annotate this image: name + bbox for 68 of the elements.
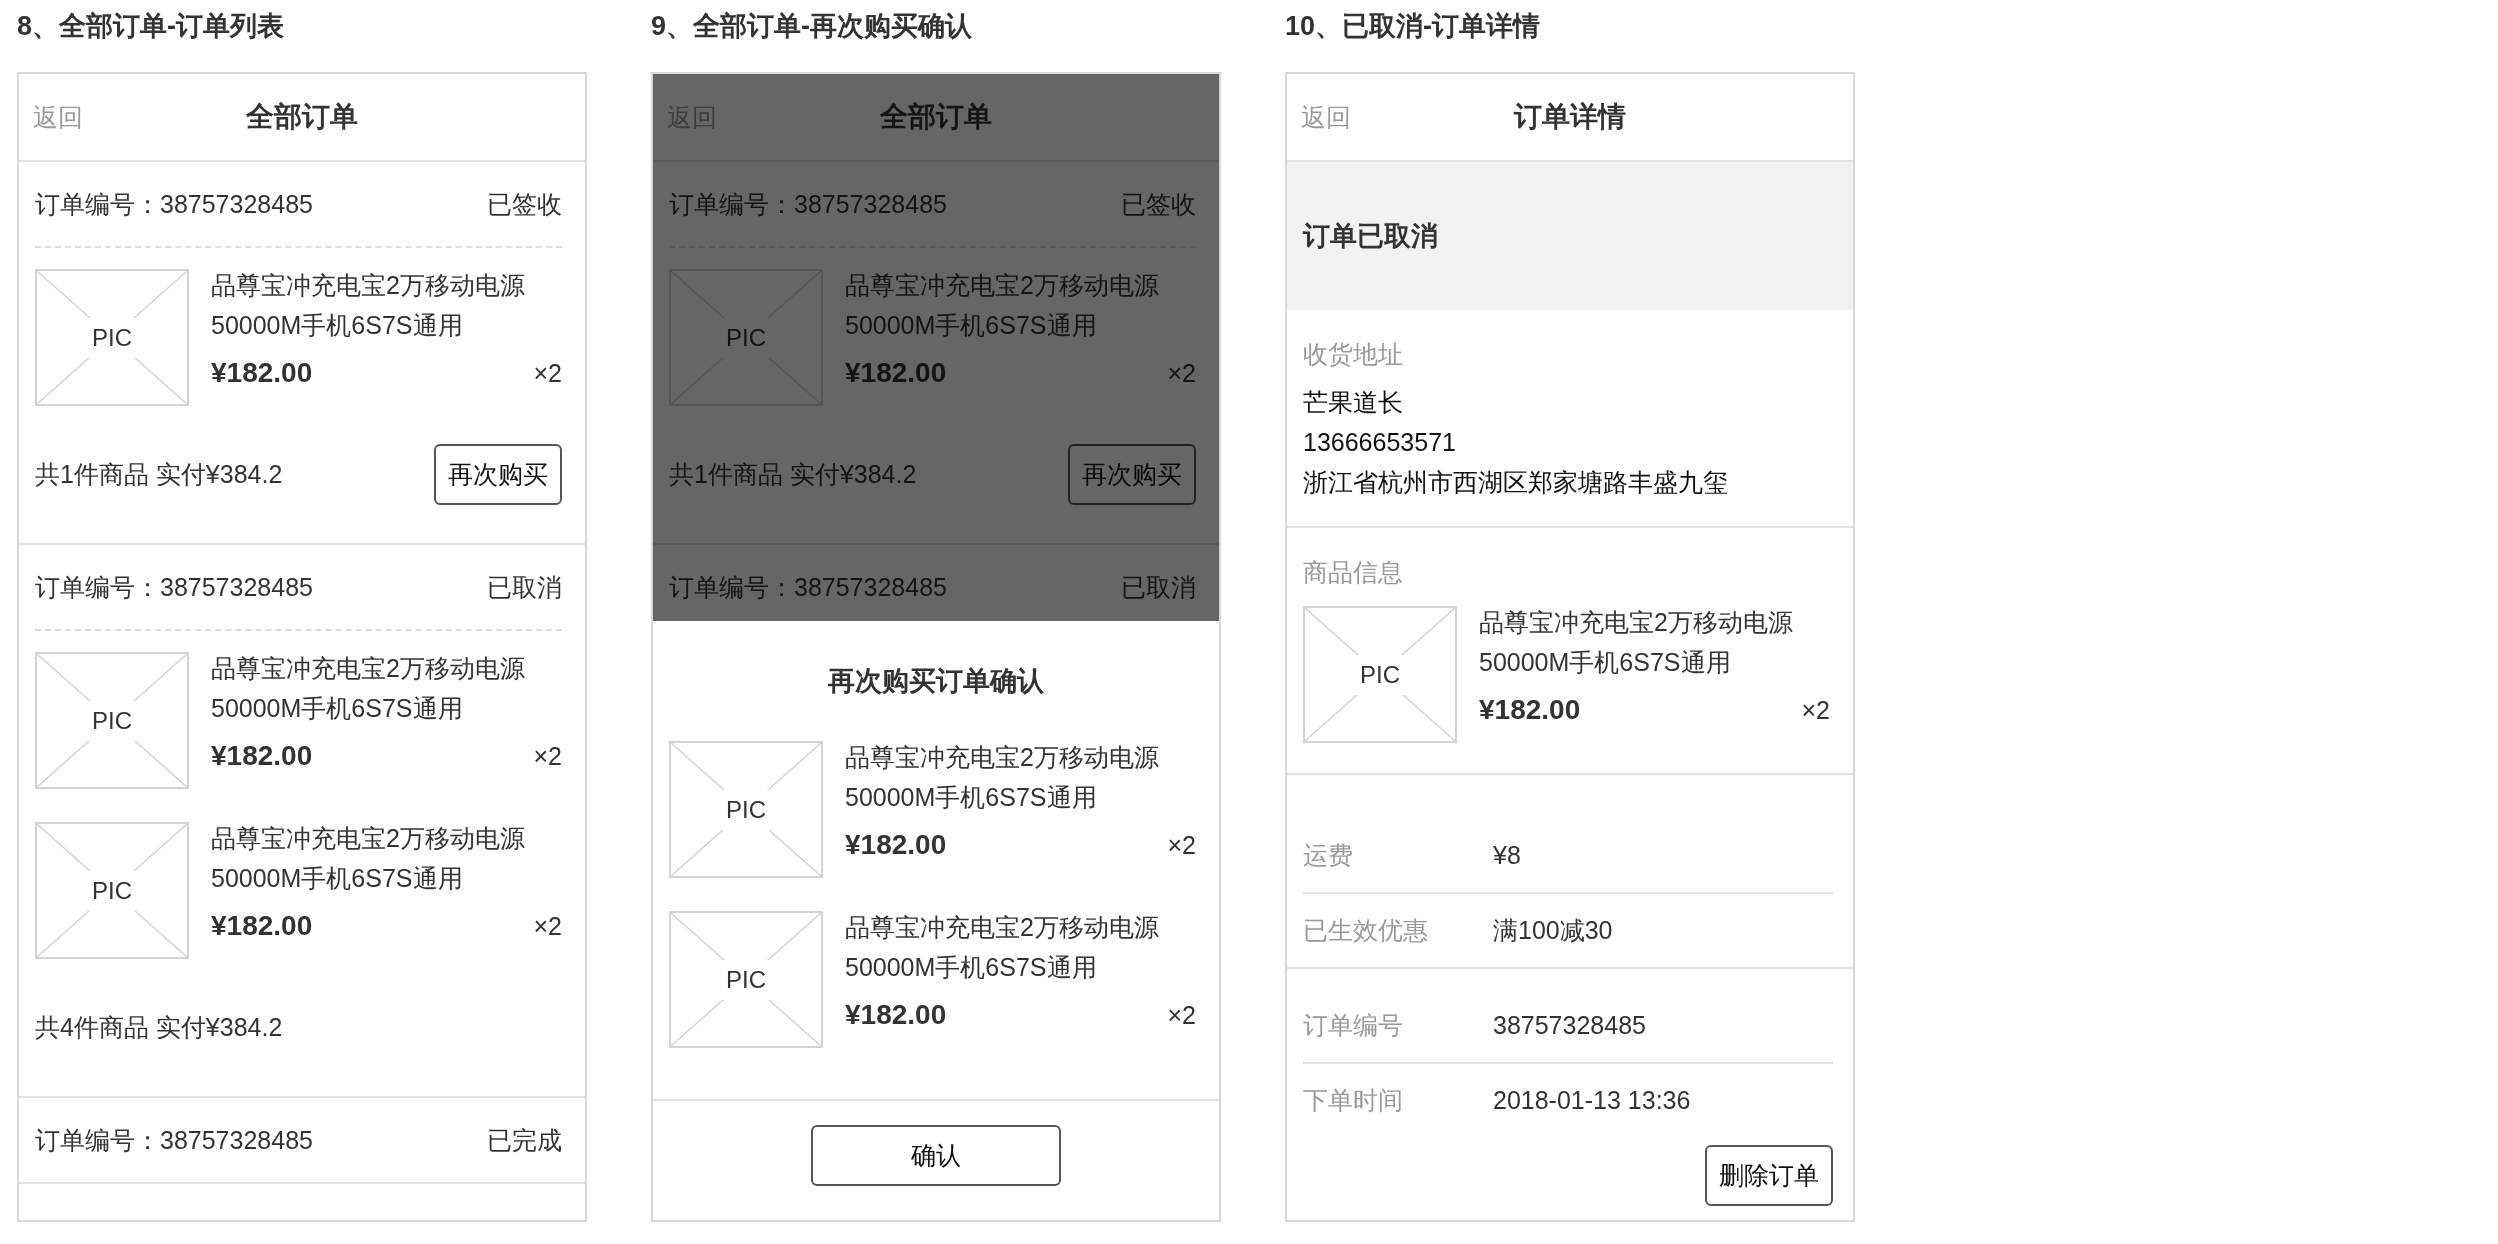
product-quantity: ×2 bbox=[1167, 358, 1196, 389]
product-quantity: ×2 bbox=[1801, 695, 1830, 726]
order-number: 订单编号：38757328485 bbox=[35, 1124, 313, 1156]
field-value: 38757328485 bbox=[1493, 1011, 1646, 1040]
screen-title: 订单详情 bbox=[1514, 100, 1626, 134]
placeholder-label: PIC bbox=[88, 870, 136, 911]
order-status: 已取消 bbox=[1121, 571, 1196, 603]
order-number: 订单编号：38757328485 bbox=[669, 571, 947, 603]
product-price: ¥182.00 bbox=[845, 828, 947, 862]
screen-title: 全部订单 bbox=[880, 100, 992, 134]
field-value: 2018-01-13 13:36 bbox=[1493, 1086, 1691, 1115]
address-line: 浙江省杭州市西湖区郑家塘路丰盛九玺 bbox=[1303, 467, 1729, 498]
order-number: 订单编号：38757328485 bbox=[669, 188, 947, 220]
buy-again-button[interactable]: 再次购买 bbox=[434, 444, 562, 505]
screen-caption: 10、已取消-订单详情 bbox=[1285, 10, 1542, 43]
product-price: ¥182.00 bbox=[211, 356, 313, 390]
field-label: 下单时间 bbox=[1303, 1085, 1404, 1116]
product-name: 品尊宝冲充电宝2万移动电源50000M手机6S7S通用 bbox=[211, 270, 526, 341]
field-value: 满100减30 bbox=[1493, 915, 1613, 946]
product-quantity: ×2 bbox=[533, 911, 562, 942]
product-price: ¥182.00 bbox=[1479, 693, 1581, 727]
address-line: 芒果道长 bbox=[1303, 387, 1404, 418]
product-price: ¥182.00 bbox=[845, 356, 947, 390]
screen-caption: 9、全部订单-再次购买确认 bbox=[651, 10, 973, 43]
product-quantity: ×2 bbox=[1167, 830, 1196, 861]
field-value: ¥8 bbox=[1493, 841, 1521, 870]
field-label: 已生效优惠 bbox=[1303, 915, 1429, 946]
back-link[interactable]: 返回 bbox=[33, 101, 83, 133]
product-price: ¥182.00 bbox=[211, 909, 313, 943]
product-price: ¥182.00 bbox=[211, 739, 313, 773]
order-summary: 共1件商品 实付¥384.2 bbox=[669, 459, 917, 490]
order-number: 订单编号：38757328485 bbox=[35, 188, 313, 220]
placeholder-label: PIC bbox=[722, 789, 770, 830]
address-line: 13666653571 bbox=[1303, 427, 1457, 458]
order-status: 已取消 bbox=[487, 571, 562, 603]
order-summary: 共4件商品 实付¥384.2 bbox=[35, 1012, 283, 1043]
order-summary: 共1件商品 实付¥384.2 bbox=[35, 459, 283, 490]
field-label: 订单编号 bbox=[1303, 1010, 1404, 1041]
placeholder-label: PIC bbox=[722, 317, 770, 358]
product-quantity: ×2 bbox=[1167, 1000, 1196, 1031]
product-name: 品尊宝冲充电宝2万移动电源50000M手机6S7S通用 bbox=[1479, 607, 1794, 678]
product-name: 品尊宝冲充电宝2万移动电源50000M手机6S7S通用 bbox=[845, 912, 1160, 983]
placeholder-label: PIC bbox=[88, 700, 136, 741]
status-text: 订单已取消 bbox=[1303, 220, 1438, 253]
product-quantity: ×2 bbox=[533, 358, 562, 389]
order-status: 已签收 bbox=[1121, 188, 1196, 220]
delete-order-button[interactable]: 删除订单 bbox=[1705, 1145, 1833, 1206]
order-status: 已签收 bbox=[487, 188, 562, 220]
placeholder-label: PIC bbox=[722, 959, 770, 1000]
screen-title: 全部订单 bbox=[246, 100, 358, 134]
placeholder-label: PIC bbox=[1356, 654, 1404, 695]
screen-caption: 8、全部订单-订单列表 bbox=[17, 10, 285, 43]
product-name: 品尊宝冲充电宝2万移动电源50000M手机6S7S通用 bbox=[845, 270, 1160, 341]
product-name: 品尊宝冲充电宝2万移动电源50000M手机6S7S通用 bbox=[211, 823, 526, 894]
field-label: 运费 bbox=[1303, 840, 1354, 871]
placeholder-label: PIC bbox=[88, 317, 136, 358]
order-number: 订单编号：38757328485 bbox=[35, 571, 313, 603]
section-label: 商品信息 bbox=[1303, 557, 1404, 588]
section-label: 收货地址 bbox=[1303, 339, 1404, 370]
product-quantity: ×2 bbox=[533, 741, 562, 772]
product-price: ¥182.00 bbox=[845, 998, 947, 1032]
back-link[interactable]: 返回 bbox=[1301, 101, 1351, 133]
sheet-title: 再次购买订单确认 bbox=[827, 665, 1045, 698]
buy-again-button[interactable]: 再次购买 bbox=[1068, 444, 1196, 505]
confirm-button[interactable]: 确认 bbox=[811, 1125, 1061, 1186]
product-name: 品尊宝冲充电宝2万移动电源50000M手机6S7S通用 bbox=[211, 653, 526, 724]
order-status: 已完成 bbox=[487, 1124, 562, 1156]
product-name: 品尊宝冲充电宝2万移动电源50000M手机6S7S通用 bbox=[845, 742, 1160, 813]
